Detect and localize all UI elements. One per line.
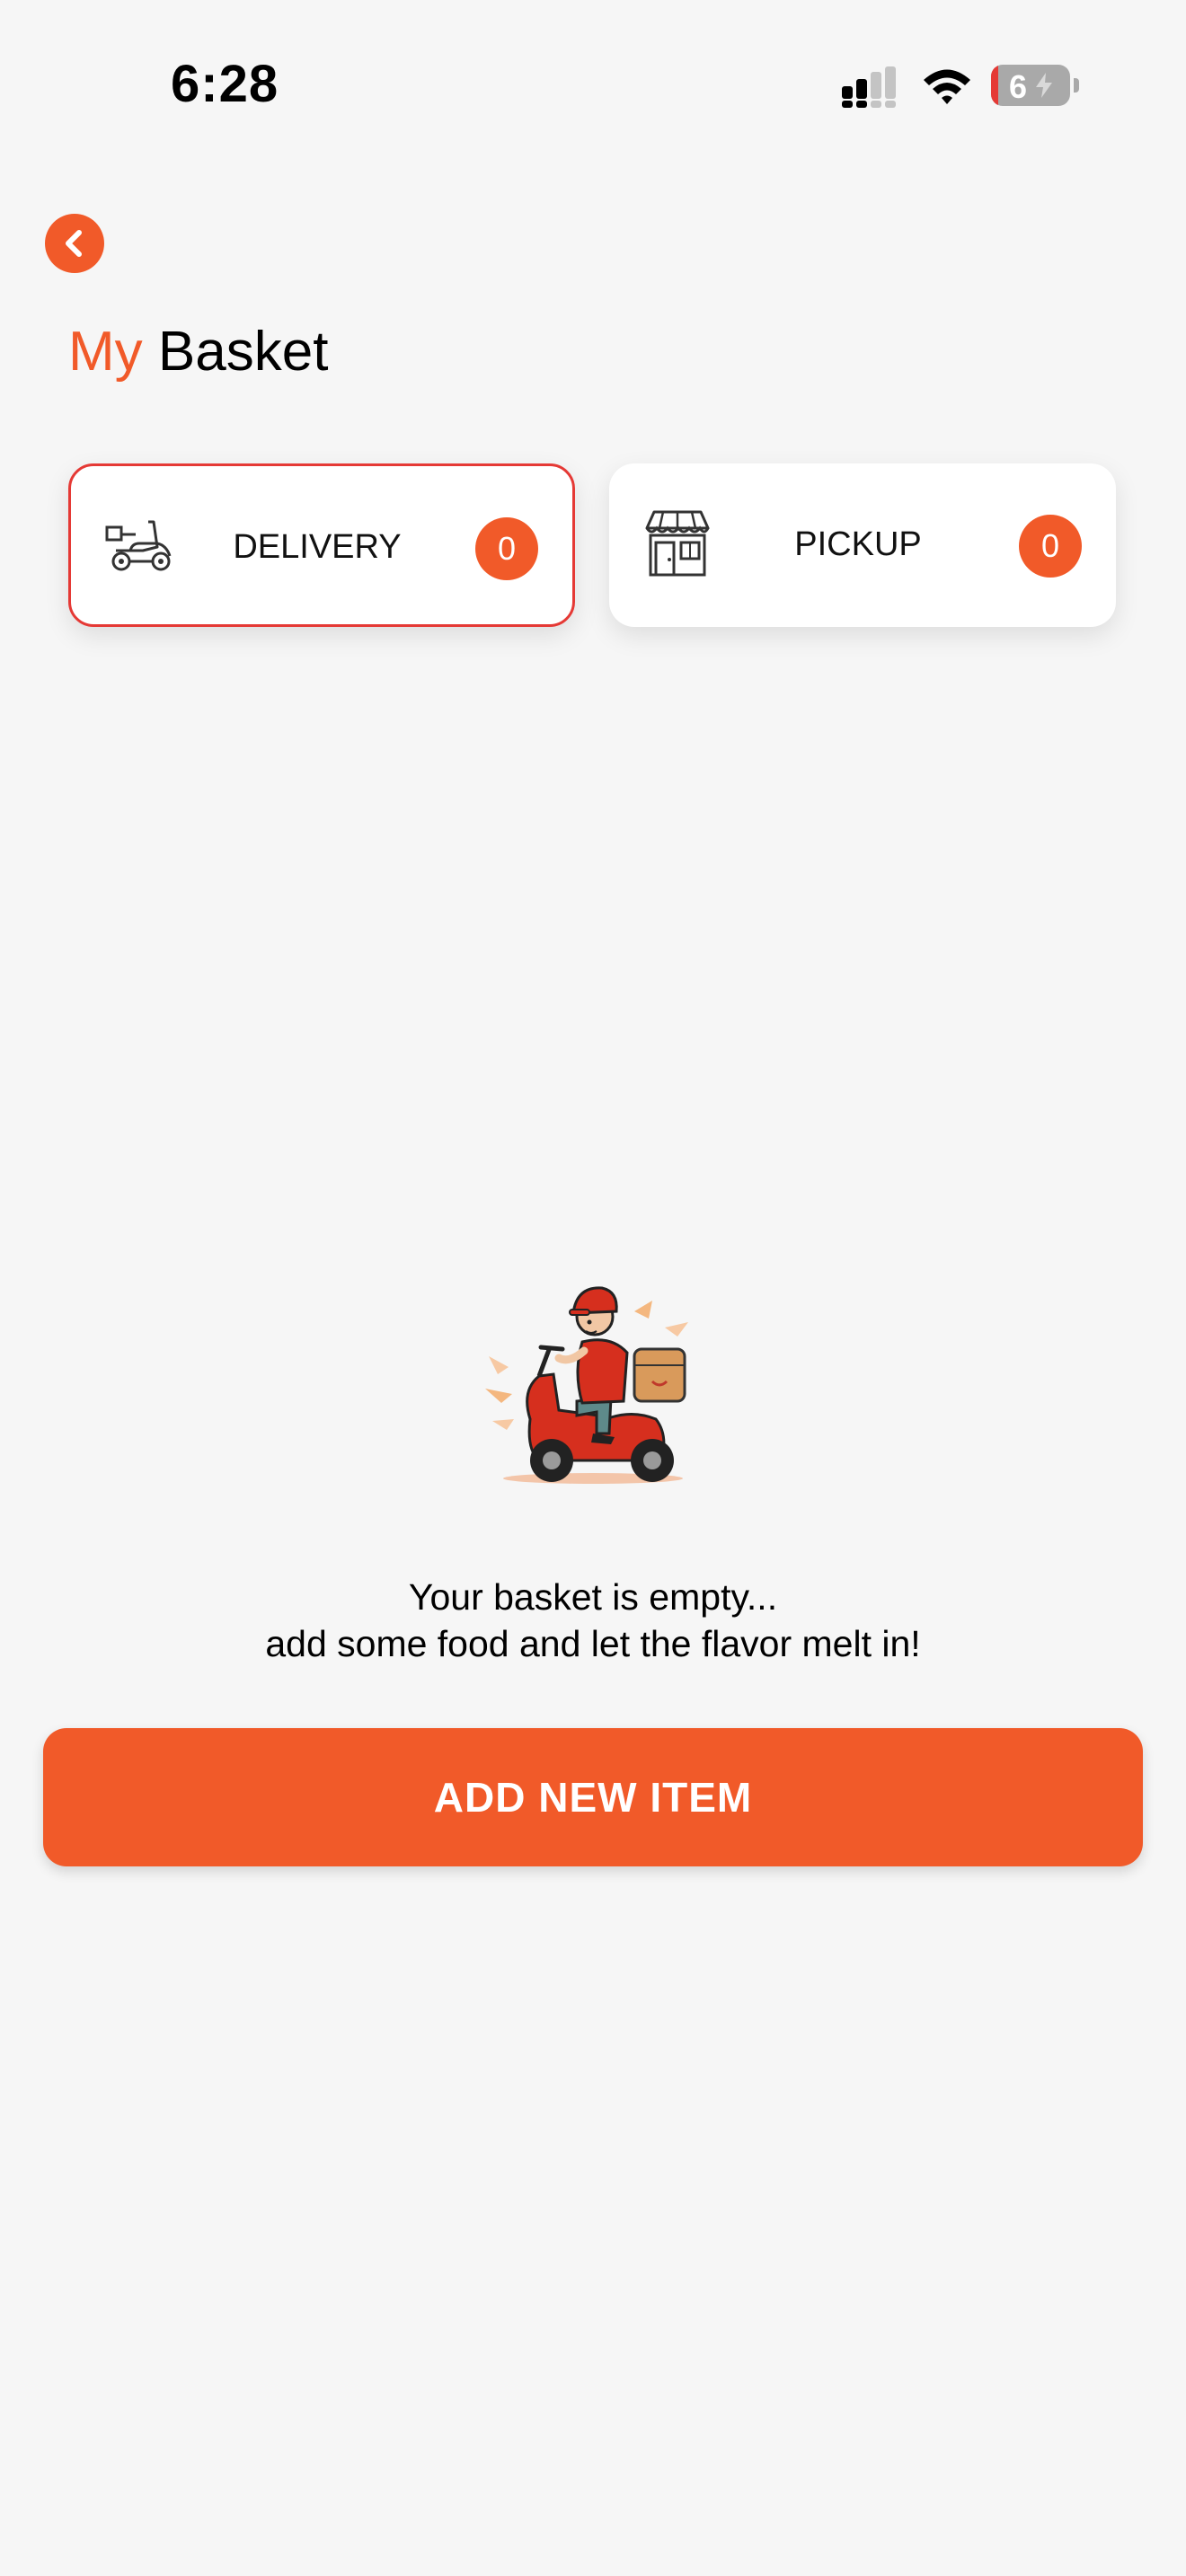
delivery-rider-illustration [485, 1286, 688, 1484]
scooter-icon [105, 520, 172, 571]
page-title-accent: My [68, 321, 143, 383]
tab-delivery-label: DELIVERY [233, 528, 402, 566]
empty-state-line-1: Your basket is empty... [408, 1576, 778, 1618]
page-title: My Basket [68, 316, 328, 388]
empty-state-line-2: add some food and let the flavor melt in… [265, 1623, 921, 1664]
tab-pickup-count-badge: 0 [1019, 515, 1082, 578]
battery-level: 6 [1009, 68, 1028, 105]
signal-icon [842, 66, 896, 108]
storefront-icon [645, 510, 710, 577]
wifi-icon [924, 69, 970, 104]
empty-state-message: Your basket is empty... add some food an… [0, 1574, 1186, 1667]
tab-pickup[interactable]: PICKUP 0 [609, 463, 1116, 627]
tab-delivery[interactable]: DELIVERY 0 [68, 463, 575, 627]
battery-icon: 6 [991, 65, 1079, 106]
page-title-main: Basket [157, 321, 329, 383]
tab-pickup-label: PICKUP [794, 525, 922, 563]
back-button[interactable] [45, 214, 104, 273]
status-time: 6:28 [171, 55, 279, 113]
chevron-left-icon [66, 230, 82, 257]
status-bar: 6:28 6 [0, 0, 1186, 171]
add-new-item-button[interactable]: ADD NEW ITEM [43, 1728, 1143, 1866]
tab-delivery-count-badge: 0 [475, 517, 538, 580]
